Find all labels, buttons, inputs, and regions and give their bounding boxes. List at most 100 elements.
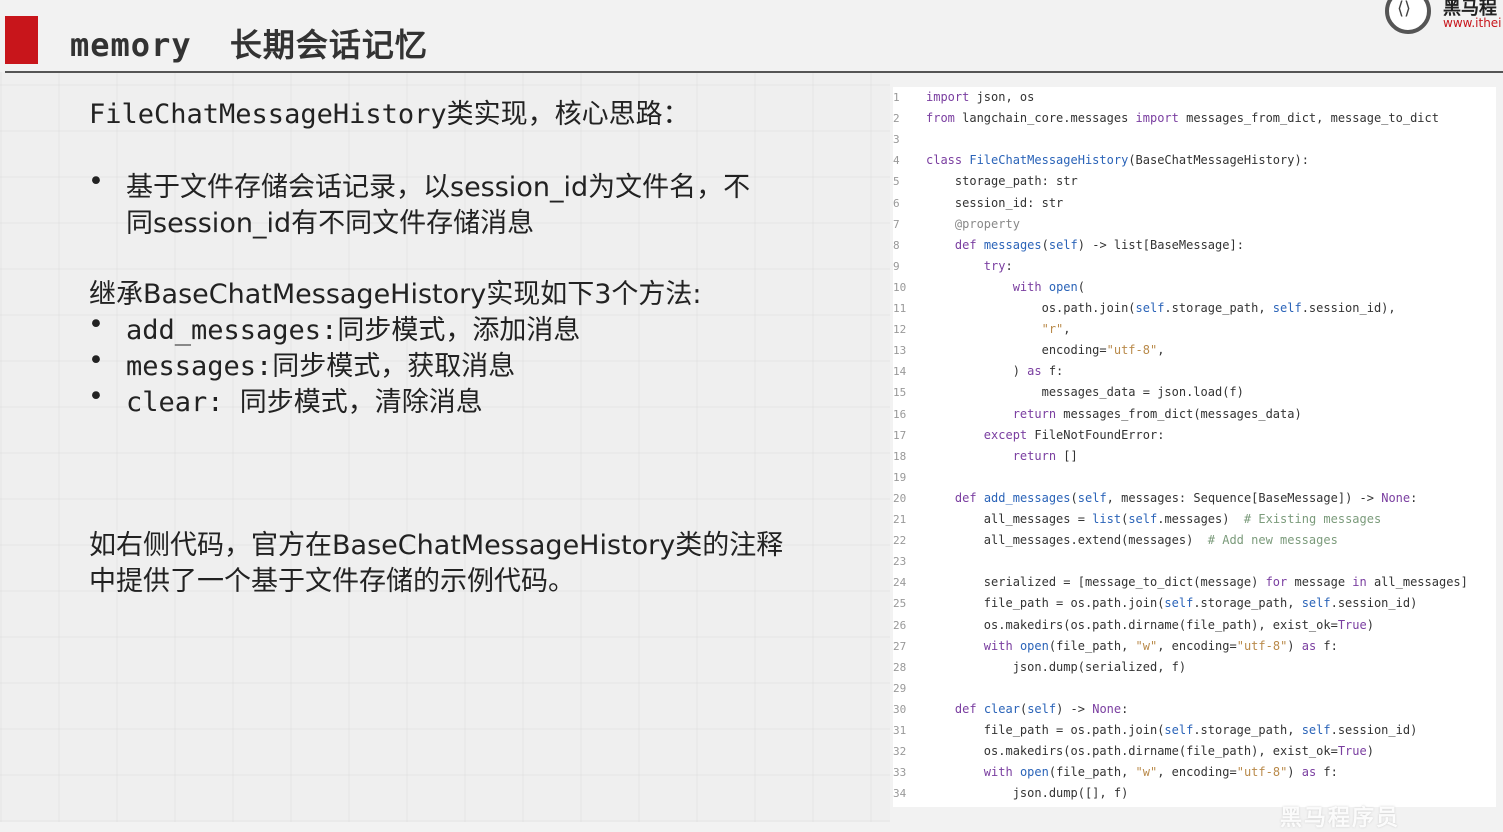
accent-block [5,16,38,64]
bullet-storage-line2: 同session_id有不同文件存储消息 [126,208,535,239]
code-line: 13 encoding="utf-8", [893,340,1496,361]
line-number: 12 [893,323,907,337]
line-number: 23 [893,555,907,569]
line-number: 15 [893,386,907,400]
code-text: import json, os [926,90,1035,104]
line-number: 26 [893,618,907,632]
intro-text: FileChatMessageHistory类实现，核心思路： [89,92,690,131]
code-text: messages_data = json.load(f) [926,385,1244,400]
code-text: json.dump([], f) [926,786,1129,801]
code-text: os.path.join(self.storage_path, self.ses… [926,301,1396,315]
code-line: 9 try: [893,256,1496,277]
code-line: 3 [893,129,1496,150]
code-line: 20 def add_messages(self, messages: Sequ… [893,488,1496,509]
code-line: 33 with open(file_path, "w", encoding="u… [893,762,1496,783]
header-divider [5,71,1503,73]
line-number: 34 [893,787,907,801]
line-number: 31 [893,724,907,737]
code-text: file_path = os.path.join(self.storage_pa… [926,723,1418,737]
code-text: serialized = [message_to_dict(message) f… [926,575,1468,590]
line-number: 28 [893,660,907,674]
code-line: 28 json.dump(serialized, f) [893,657,1496,678]
code-line: 7 @property [893,214,1496,235]
line-number: 11 [893,302,907,315]
code-line: 29 [893,678,1496,699]
line-number: 29 [893,681,907,695]
logo-url: www.ithei [1443,16,1502,30]
line-number: 3 [893,133,900,147]
bullet-dot: • [88,381,104,412]
code-text: return [] [1012,448,1078,463]
brand-logo: ⟨⟩ 黑马程 www.ithei [1383,0,1503,36]
code-text: json.dump(serialized, f) [926,659,1187,674]
line-number: 25 [893,597,907,611]
line-number: 32 [893,745,907,759]
slide-header: memory 长期会话记忆 ⟨⟩ 黑马程 www.ithei [0,0,1503,73]
watermark: 黑马程序员 [1280,806,1401,831]
intro-label: FileChatMessageHistory类实现，核心思路： [89,99,690,130]
code-text: ) as f: [926,364,1064,379]
logo-mark-icon: ⟨⟩ [1397,0,1412,19]
method-messages: messages:同步模式，获取消息 [126,351,516,382]
code-text: "r", [1041,322,1071,337]
code-line: 8 def messages(self) -> list[BaseMessage… [893,235,1496,256]
line-number: 8 [893,238,900,252]
line-number: 24 [893,576,907,590]
code-text: @property [954,216,1020,231]
bullet-dot: • [88,166,104,197]
code-line: 23 [893,551,1496,572]
code-line: 12 "r", [893,319,1496,340]
inherit-text: 继承BaseChatMessageHistory实现如下3个方法: [89,279,702,310]
code-line: 30 def clear(self) -> None: [893,699,1496,720]
code-text: def add_messages(self, messages: Sequenc… [954,490,1418,505]
code-text: class FileChatMessageHistory(BaseChatMes… [926,153,1309,168]
code-text: def clear(self) -> None: [954,701,1129,716]
line-number: 13 [893,344,907,358]
code-text: os.makedirs(os.path.dirname(file_path), … [926,617,1374,632]
bullet-dot: • [88,345,104,376]
line-number: 9 [893,259,900,273]
line-number: 10 [893,280,907,294]
code-text: with open( [1012,279,1085,294]
code-line: 17 except FileNotFoundError: [893,425,1496,446]
code-line: 18 return [] [893,446,1496,467]
code-text: except FileNotFoundError: [983,427,1165,442]
line-number: 33 [893,766,907,780]
code-line: 34 json.dump([], f) [893,783,1496,804]
method-add-messages: add_messages:同步模式，添加消息 [126,315,581,346]
bullet-storage-line1: 基于文件存储会话记录，以session_id为文件名，不 [126,172,751,203]
code-line: 6 session_id: str [893,193,1496,214]
code-line: 27 with open(file_path, "w", encoding="u… [893,636,1496,657]
title-en: memory [70,26,192,64]
title-cn: 长期会话记忆 [229,26,428,64]
code-line: 24 serialized = [message_to_dict(message… [893,572,1496,593]
code-text: all_messages.extend(messages) # Add new … [926,533,1338,548]
code-line: 10 with open( [893,277,1496,298]
code-line: 26 os.makedirs(os.path.dirname(file_path… [893,615,1496,636]
code-line: 4 class FileChatMessageHistory(BaseChatMe… [893,150,1496,171]
code-text: with open(file_path, "w", encoding="utf-… [983,765,1338,780]
note-line1: 如右侧代码，官方在BaseChatMessageHistory类的注释 [89,530,784,561]
code-block: 1 import json, os 2 from langchain_core.mes… [893,87,1496,807]
line-number: 14 [893,365,907,379]
line-number: 1 [893,91,900,104]
code-line: 22 all_messages.extend(messages) # Add n… [893,530,1496,551]
line-number: 30 [893,702,907,716]
line-number: 17 [893,428,907,442]
code-line: 32 os.makedirs(os.path.dirname(file_path… [893,741,1496,762]
line-number: 16 [893,407,907,421]
code-line: 25 file_path = os.path.join(self.storage… [893,593,1496,614]
code-text: os.makedirs(os.path.dirname(file_path), … [926,744,1374,759]
code-line: 1 import json, os [893,87,1496,108]
code-line: 21 all_messages = list(self.messages) # … [893,509,1496,530]
line-number: 21 [893,513,907,526]
page-title: memory 长期会话记忆 [70,20,428,66]
line-number: 6 [893,196,900,210]
code-text: all_messages = list(self.messages) # Exi… [926,512,1382,526]
code-text: session_id: str [926,195,1064,210]
code-line: 2 from langchain_core.messages import mes… [893,108,1496,129]
code-text: with open(file_path, "w", encoding="utf-… [983,638,1338,653]
line-number: 22 [893,534,907,548]
code-text: def messages(self) -> list[BaseMessage]: [954,237,1244,252]
note-line2: 中提供了一个基于文件存储的示例代码。 [89,566,575,597]
